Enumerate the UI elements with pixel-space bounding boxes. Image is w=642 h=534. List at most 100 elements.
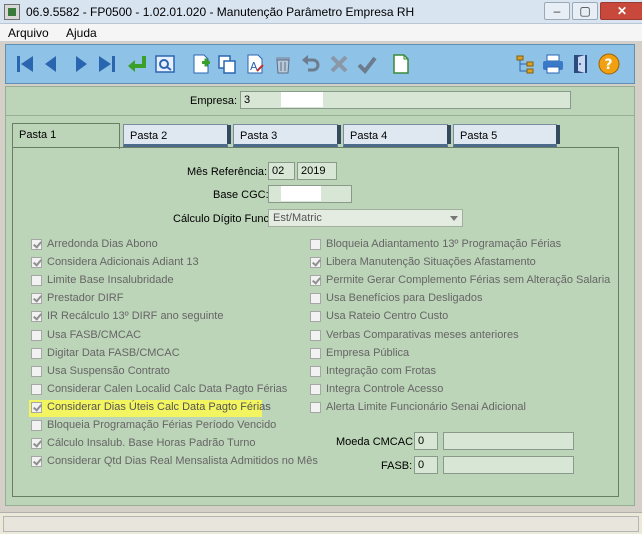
tab-pasta-4[interactable]: Pasta 4 (343, 124, 451, 147)
undo-button[interactable] (298, 51, 324, 77)
checkbox-checked-icon[interactable] (31, 401, 42, 413)
checkmark-icon (357, 56, 377, 75)
new-record-button[interactable] (188, 51, 214, 77)
option-label: Verbas Comparativas meses anteriores (326, 328, 519, 341)
option-label: Considerar Dias Úteis Calc Data Pagto Fé… (47, 400, 271, 413)
exit-door-icon (574, 55, 587, 73)
last-record-button[interactable] (94, 51, 120, 77)
edit-button[interactable]: A (242, 51, 268, 77)
tab-pasta-5[interactable]: Pasta 5 (453, 124, 560, 147)
tab-label: Pasta 5 (460, 130, 498, 142)
checkbox-unchecked-icon[interactable] (310, 311, 321, 323)
tree-button[interactable] (512, 51, 538, 77)
empresa-label: Empresa: (190, 95, 238, 107)
tree-structure-icon (516, 55, 534, 74)
first-record-icon (17, 56, 33, 72)
magnifier-icon (155, 55, 175, 73)
window-title: 06.9.5582 - FP0500 - 1.02.01.020 - Manut… (26, 5, 415, 19)
status-bar (0, 512, 642, 534)
moeda-cmcac-label: Moeda CMCAC: (336, 436, 417, 448)
previous-record-button[interactable] (38, 51, 64, 77)
checkbox-checked-icon[interactable] (31, 257, 42, 269)
calculo-digito-select[interactable]: Est/Matric (268, 209, 463, 227)
menu-arquivo[interactable]: Arquivo (8, 26, 49, 40)
checkbox-unchecked-icon[interactable] (310, 401, 321, 413)
next-record-icon (76, 56, 87, 72)
first-record-button[interactable] (12, 51, 38, 77)
option-label: Considera Adicionais Adiant 13 (47, 256, 199, 269)
tab-pasta-1[interactable]: Pasta 1 (12, 123, 120, 149)
exit-button[interactable] (568, 51, 594, 77)
maximize-button[interactable]: ▢ (572, 2, 598, 20)
checkbox-checked-icon[interactable] (310, 257, 321, 269)
goto-arrow-icon (128, 56, 146, 72)
checkbox-unchecked-icon[interactable] (310, 293, 321, 305)
redacted-company-name (281, 92, 323, 107)
checkbox-unchecked-icon[interactable] (310, 347, 321, 359)
option-label: Integração com Frotas (326, 364, 437, 377)
edit-document-icon: A (247, 54, 264, 74)
checkbox-checked-icon[interactable] (31, 456, 42, 468)
copy-button[interactable] (214, 51, 240, 77)
option-label: Arredonda Dias Abono (47, 238, 158, 250)
checkbox-unchecked-icon[interactable] (31, 347, 42, 359)
checkbox-unchecked-icon[interactable] (31, 420, 42, 431)
fasb-field[interactable]: 0 (414, 456, 438, 474)
checkbox-unchecked-icon[interactable] (31, 329, 42, 341)
option-label: Libera Manutenção Situações Afastamento (326, 256, 536, 269)
previous-record-icon (45, 56, 56, 72)
checkbox-unchecked-icon[interactable] (310, 239, 321, 250)
option-label: Usa FASB/CMCAC (47, 328, 142, 341)
help-button[interactable]: ? (596, 51, 622, 77)
mes-referencia-label: Mês Referência: (187, 166, 268, 178)
option-label: Empresa Pública (326, 346, 410, 359)
help-question-icon: ? (598, 53, 620, 75)
tab-label: Pasta 2 (130, 130, 168, 142)
option-label: Bloqueia Programação Férias Período Venc… (47, 419, 277, 431)
checkbox-checked-icon[interactable] (31, 293, 42, 305)
printer-icon (543, 54, 563, 74)
checkbox-checked-icon[interactable] (31, 311, 42, 323)
blank-document-button[interactable] (388, 51, 414, 77)
checkbox-checked-icon[interactable] (310, 275, 321, 287)
goto-button[interactable] (124, 51, 150, 77)
option-label: Integra Controle Acesso (326, 382, 444, 395)
tab-pasta-2[interactable]: Pasta 2 (123, 124, 231, 147)
checkbox-unchecked-icon[interactable] (310, 383, 321, 395)
moeda-cmcac-field[interactable]: 0 (414, 432, 438, 450)
close-button[interactable]: ✕ (600, 2, 642, 20)
option-label: Considerar Qtd Dias Real Mensalista Admi… (47, 455, 318, 468)
mes-referencia-year-field[interactable]: 2019 (297, 162, 337, 180)
tab-label: Pasta 3 (240, 130, 278, 142)
calculo-digito-value: Est/Matric (273, 212, 322, 224)
checkbox-checked-icon[interactable] (31, 239, 42, 250)
next-record-button[interactable] (68, 51, 94, 77)
option-label: Usa Benefícios para Desligados (326, 292, 483, 305)
checkbox-checked-icon[interactable] (31, 438, 42, 450)
checkbox-unchecked-icon[interactable] (310, 365, 321, 377)
option-label: Bloqueia Adiantamento 13º Programação Fé… (326, 238, 562, 250)
delete-button[interactable] (270, 51, 296, 77)
toolbar: A ? (5, 44, 635, 84)
app-icon (4, 4, 20, 20)
option-label: Usa Suspensão Contrato (47, 364, 170, 377)
last-record-icon (99, 56, 115, 72)
option-label: Cálculo Insalub. Base Horas Padrão Turno (47, 437, 256, 450)
tab-label: Pasta 4 (350, 130, 388, 142)
option-label: Considerar Calen Localid Calc Data Pagto… (47, 382, 288, 395)
option-label: Usa Rateio Centro Custo (326, 310, 449, 323)
checkbox-unchecked-icon[interactable] (31, 365, 42, 377)
search-button[interactable] (152, 51, 178, 77)
checkbox-unchecked-icon[interactable] (31, 383, 42, 395)
redacted-base-cgc (281, 186, 321, 201)
empresa-code: 3 (244, 94, 251, 106)
print-button[interactable] (540, 51, 566, 77)
checkbox-unchecked-icon[interactable] (310, 329, 321, 341)
cancel-button[interactable] (326, 51, 352, 77)
tab-pasta-3[interactable]: Pasta 3 (233, 124, 341, 147)
confirm-button[interactable] (354, 51, 380, 77)
menu-ajuda[interactable]: Ajuda (66, 26, 97, 40)
checkbox-unchecked-icon[interactable] (31, 275, 42, 287)
mes-referencia-month-field[interactable]: 02 (268, 162, 295, 180)
minimize-button[interactable]: – (544, 2, 570, 20)
